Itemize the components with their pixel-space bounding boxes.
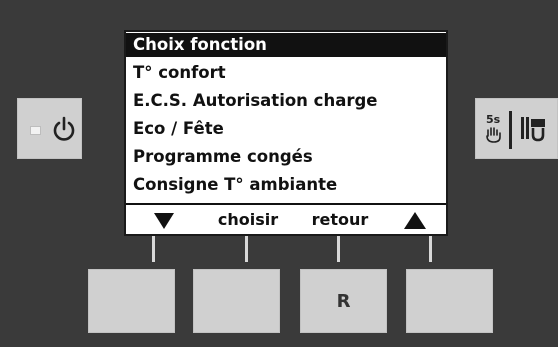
arrow-down-icon <box>154 213 174 229</box>
connector-tick-2 <box>245 236 248 262</box>
menu-item-programme-conges[interactable]: Programme congés <box>126 145 446 169</box>
hand-icon <box>486 127 501 143</box>
softkey-label-retour: retour <box>311 210 369 229</box>
menu-item-eco-fete[interactable]: Eco / Fête <box>126 117 446 141</box>
softkey-down-button[interactable] <box>88 269 175 333</box>
reset-button[interactable]: R <box>300 269 387 333</box>
connector-tick-3 <box>337 236 340 262</box>
power-button[interactable] <box>17 98 82 159</box>
softkey-choisir-button[interactable] <box>193 269 280 333</box>
menu-item-consigne-ambiante[interactable]: Consigne T° ambiante <box>126 173 446 197</box>
power-icon <box>53 116 75 141</box>
service-button[interactable]: 5s <box>475 98 558 159</box>
service-separator <box>509 111 512 149</box>
hold-5s-label: 5s <box>486 113 501 126</box>
menu-item-confort[interactable]: T° confort <box>126 61 446 85</box>
connector-tick-1 <box>152 236 155 262</box>
control-panel: Choix fonction T° confort E.C.S. Autoris… <box>0 0 558 347</box>
power-led-indicator <box>30 126 41 135</box>
menu-item-ecs-charge[interactable]: E.C.S. Autorisation charge <box>126 89 446 113</box>
arrow-up-icon <box>404 212 426 229</box>
menu-title: Choix fonction <box>126 33 446 57</box>
chimney-sweep-icon <box>521 117 545 142</box>
softkey-label-choisir: choisir <box>217 210 279 229</box>
lcd-screen: Choix fonction T° confort E.C.S. Autoris… <box>124 30 448 236</box>
connector-tick-4 <box>429 236 432 262</box>
screen-divider <box>126 203 446 205</box>
softkey-up-button[interactable] <box>406 269 493 333</box>
